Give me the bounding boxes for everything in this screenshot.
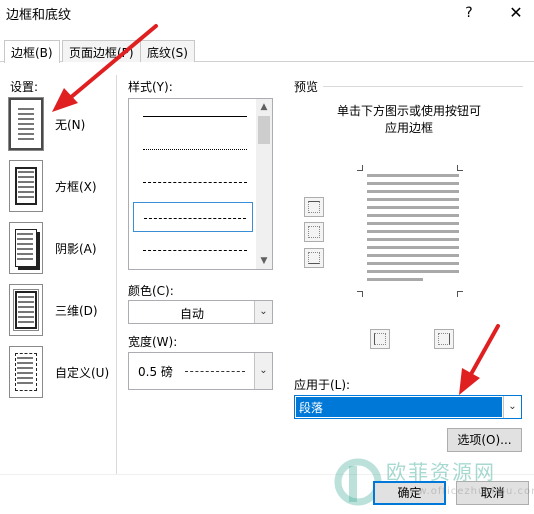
box-setting-icon[interactable] — [9, 160, 43, 212]
preview-hint: 单击下方图示或使用按钮可 应用边框 — [336, 104, 481, 135]
tab-borders[interactable]: 边框(B) — [4, 40, 60, 63]
apply-to-select[interactable]: 段落 ⌄ — [294, 395, 522, 419]
right-border-button[interactable] — [434, 329, 454, 349]
setting-shadow-label[interactable]: 阴影(A) — [55, 240, 97, 257]
style-option-dash-selected[interactable] — [133, 202, 253, 232]
inner-horizontal-border-button[interactable] — [304, 222, 324, 242]
options-button[interactable]: 选项(O)... — [447, 428, 522, 452]
help-button[interactable]: ? — [458, 2, 480, 24]
width-line-sample — [185, 371, 245, 372]
settings-label: 设置: — [10, 80, 39, 94]
width-value: 0.5 磅 — [138, 365, 173, 379]
corner-mark — [357, 291, 363, 297]
style-label: 样式(Y): — [128, 80, 173, 94]
scroll-up-icon[interactable]: ▲ — [256, 99, 272, 115]
shadow-setting-icon[interactable] — [9, 222, 43, 274]
setting-none-label[interactable]: 无(N) — [55, 116, 85, 133]
corner-mark — [457, 165, 463, 171]
none-setting-icon[interactable] — [8, 97, 44, 151]
width-label: 宽度(W): — [128, 335, 178, 349]
setting-box-label[interactable]: 方框(X) — [55, 178, 97, 195]
corner-mark — [457, 291, 463, 297]
title-bar — [0, 0, 534, 30]
chevron-down-icon[interactable]: ⌄ — [254, 353, 272, 389]
bottom-border-icon — [308, 252, 320, 264]
left-border-button[interactable] — [370, 329, 390, 349]
dialog-title: 边框和底纹 — [6, 8, 72, 23]
style-option-solid[interactable] — [133, 103, 253, 129]
top-border-icon — [308, 201, 320, 213]
chevron-down-icon[interactable]: ⌄ — [503, 396, 521, 418]
apply-to-label: 应用于(L): — [294, 378, 351, 392]
tab-page-borders[interactable]: 页面边框(P) — [62, 40, 141, 62]
scroll-thumb[interactable] — [258, 116, 270, 144]
bottom-border-button[interactable] — [304, 248, 324, 268]
right-border-icon — [438, 333, 450, 345]
setting-custom-label[interactable]: 自定义(U) — [55, 364, 109, 381]
style-option-small-dash[interactable] — [133, 169, 253, 195]
preview-divider — [323, 86, 523, 87]
width-select[interactable]: 0.5 磅 ⌄ — [128, 352, 273, 390]
section-divider — [116, 75, 117, 475]
top-border-button[interactable] — [304, 197, 324, 217]
watermark-text: 欧菲资源网 — [386, 460, 496, 484]
tab-shading[interactable]: 底纹(S) — [140, 40, 195, 62]
close-button[interactable]: ✕ — [505, 2, 527, 24]
chevron-down-icon[interactable]: ⌄ — [254, 301, 272, 323]
scroll-down-icon[interactable]: ▼ — [256, 253, 272, 269]
style-option-dotted[interactable] — [133, 136, 253, 162]
3d-setting-icon[interactable] — [9, 284, 43, 336]
style-option-dash-dot[interactable] — [133, 237, 253, 263]
color-label: 颜色(C): — [128, 284, 174, 298]
style-scrollbar[interactable]: ▲ ▼ — [256, 99, 272, 269]
watermark-url: www.officezhushou.com — [400, 486, 534, 497]
color-value: 自动 — [179, 307, 204, 321]
setting-3d-label[interactable]: 三维(D) — [55, 302, 98, 319]
left-border-icon — [374, 333, 386, 345]
corner-mark — [357, 165, 363, 171]
inner-border-icon — [308, 226, 320, 238]
custom-setting-icon[interactable] — [9, 346, 43, 398]
color-select[interactable]: 自动 ⌄ — [128, 300, 273, 324]
apply-to-value: 段落 — [296, 397, 502, 417]
style-listbox[interactable]: ▲ ▼ — [128, 98, 273, 270]
preview-label: 预览 — [294, 80, 319, 94]
